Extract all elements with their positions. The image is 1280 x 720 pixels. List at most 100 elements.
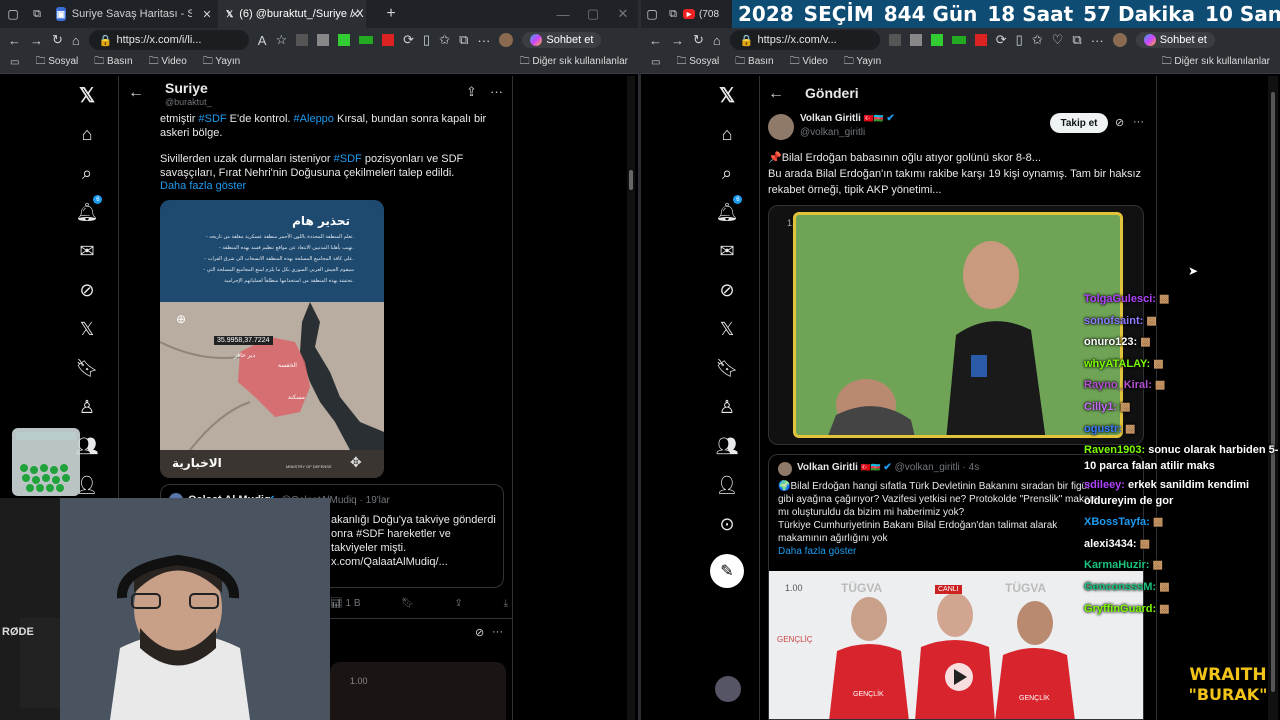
x-logo-icon[interactable]: 𝕏	[719, 76, 735, 115]
favorites-icon[interactable]: ✩	[439, 32, 450, 48]
forward-icon[interactable]: →	[30, 33, 43, 48]
extension-icon[interactable]	[974, 34, 987, 46]
jobs-icon[interactable]: ♙	[79, 388, 95, 427]
avatar[interactable]	[715, 676, 741, 702]
bookmark-icon[interactable]: 🔖︎	[401, 598, 414, 609]
communities-icon[interactable]: 👥︎	[716, 427, 739, 466]
back-icon[interactable]: ←	[8, 33, 21, 48]
premium-x-icon[interactable]: 𝕏	[80, 310, 95, 349]
profile-icon[interactable]: ▢	[641, 7, 663, 21]
more-menu-icon[interactable]: ···	[477, 33, 490, 48]
close-tab-icon[interactable]: ✕	[348, 8, 362, 21]
bookmark-yayin[interactable]: 🗀 Yayın	[203, 54, 240, 71]
hashtag-link[interactable]: #SDF	[334, 153, 362, 165]
share-icon[interactable]: ⇪	[466, 84, 477, 100]
bookmark-other[interactable]: 🗀 Diğer sık kullanılanlar	[1162, 54, 1270, 71]
hashtag-link[interactable]: #SDF	[199, 113, 227, 125]
url-field[interactable]: 🔒 https://x.com/v...	[729, 30, 880, 50]
profile-icon[interactable]: 👤︎	[716, 466, 739, 505]
extension-icon[interactable]	[317, 34, 330, 46]
compose-post-button[interactable]: ✎	[710, 554, 744, 588]
new-tab-icon[interactable]: +	[376, 5, 406, 23]
close-tab-icon[interactable]: ✕	[200, 8, 214, 21]
show-more-link[interactable]: Daha fazla göster	[160, 179, 246, 193]
messages-icon[interactable]: ✉	[719, 232, 734, 271]
notifications-bell-icon[interactable]: 🔔︎ 6	[76, 193, 103, 232]
back-arrow-icon[interactable]: ←	[768, 85, 784, 103]
more-options-icon[interactable]: ···	[492, 626, 503, 638]
bookmark-video[interactable]: 🗀 Video	[149, 54, 187, 71]
bookmark-other[interactable]: 🗀 Diğer sık kullanılanlar	[520, 54, 628, 71]
tab-suriye-savas[interactable]: ▣ Suriye Savaş Haritası - Son Dakika	[48, 0, 200, 28]
close-window-icon[interactable]: ✕	[608, 6, 638, 22]
extension-icon[interactable]	[382, 34, 395, 46]
tweet-image[interactable]: تحذير هام - تعلم المنطقة المحددة باللون …	[160, 200, 384, 478]
profile-icon[interactable]: ▢	[0, 7, 26, 21]
favorite-star-icon[interactable]: ☆	[275, 32, 287, 48]
bookmark-basin[interactable]: 🗀 Basın	[735, 54, 773, 71]
heart-icon[interactable]: ♡	[1052, 32, 1064, 48]
extensions-puzzle-icon[interactable]: ⟳	[996, 32, 1007, 48]
jobs-icon[interactable]: ♙	[719, 388, 735, 427]
tab-actions-icon[interactable]: ⧉	[26, 8, 48, 21]
more-menu-icon[interactable]: ···	[1091, 33, 1104, 48]
views-count[interactable]: 📊︎ 1 B	[330, 598, 361, 609]
split-screen-icon[interactable]: ▯	[1016, 32, 1023, 48]
home-icon[interactable]: ⌂	[722, 115, 733, 154]
more-options-icon[interactable]: ···	[490, 84, 503, 99]
collections-icon[interactable]: ⧉	[459, 32, 468, 48]
refresh-icon[interactable]: ↻	[693, 32, 704, 48]
share-icon[interactable]: ⇪	[455, 598, 463, 609]
author-name[interactable]: Volkan Giritli 🇹🇷🇦🇿 ✔	[800, 113, 895, 124]
search-icon[interactable]: ⌕	[722, 154, 732, 193]
messages-icon[interactable]: ✉	[79, 232, 94, 271]
bookmarks-icon[interactable]: 🔖︎	[76, 349, 99, 388]
maximize-icon[interactable]: ▢	[578, 6, 608, 22]
back-icon[interactable]: ←	[649, 33, 662, 48]
extensions-puzzle-icon[interactable]: ⟳	[403, 32, 414, 48]
bookmark-sosyal[interactable]: 🗀 Sosyal	[35, 54, 78, 71]
extension-icon[interactable]	[951, 36, 966, 44]
tab-x-suriye[interactable]: 𝕏 (6) @buraktut_/Suriye / X	[218, 0, 366, 28]
tab-list-icon[interactable]: ▭	[10, 57, 19, 68]
grok-icon[interactable]: ⊘	[79, 271, 94, 310]
back-arrow-icon[interactable]: ←	[128, 84, 144, 102]
bookmark-video[interactable]: 🗀 Video	[790, 54, 828, 71]
x-logo-icon[interactable]: 𝕏	[79, 76, 95, 115]
extension-icon[interactable]	[888, 34, 901, 46]
split-screen-icon[interactable]: ▯	[423, 32, 430, 48]
grok-icon[interactable]: ⊘	[475, 626, 484, 639]
collections-icon[interactable]: ⧉	[1072, 32, 1081, 48]
forward-icon[interactable]: →	[671, 33, 684, 48]
extension-icon[interactable]	[930, 34, 943, 46]
avatar[interactable]	[499, 33, 514, 47]
copilot-chat-button[interactable]: Sohbet et	[522, 32, 602, 48]
home-icon[interactable]: ⌂	[713, 33, 721, 48]
extension-icon[interactable]	[338, 34, 351, 46]
minimize-icon[interactable]: —	[548, 7, 578, 22]
bookmark-yayin[interactable]: 🗀 Yayın	[844, 54, 881, 71]
avatar[interactable]	[768, 114, 794, 140]
grok-icon[interactable]: ⊘	[1115, 116, 1124, 129]
bookmarks-icon[interactable]: 🔖︎	[716, 349, 739, 388]
more-circle-icon[interactable]: ⊙	[719, 505, 734, 544]
read-aloud-icon[interactable]: A	[258, 33, 267, 48]
show-more-link[interactable]: Daha fazla göster	[778, 545, 1108, 558]
extension-icon[interactable]	[359, 36, 374, 44]
copilot-chat-button[interactable]: Sohbet et	[1135, 32, 1215, 48]
refresh-icon[interactable]: ↻	[52, 32, 63, 48]
home-icon[interactable]: ⌂	[72, 33, 80, 48]
grok-icon[interactable]: ⊘	[719, 271, 734, 310]
url-field[interactable]: 🔒 https://x.com/i/li...	[88, 30, 249, 50]
bookmark-basin[interactable]: 🗀 Basın	[94, 54, 132, 71]
avatar[interactable]	[1112, 33, 1127, 47]
scrollbar-thumb[interactable]	[629, 170, 633, 190]
next-tweet-video[interactable]: 1.00	[330, 662, 506, 720]
search-icon[interactable]: ⌕	[82, 154, 92, 193]
extension-icon[interactable]	[296, 34, 309, 46]
notifications-bell-icon[interactable]: 🔔︎ 6	[716, 193, 743, 232]
download-icon[interactable]: ⤓	[504, 598, 508, 609]
premium-x-icon[interactable]: 𝕏	[720, 310, 735, 349]
tab-list-icon[interactable]: ▭	[651, 57, 660, 68]
home-icon[interactable]: ⌂	[82, 115, 93, 154]
